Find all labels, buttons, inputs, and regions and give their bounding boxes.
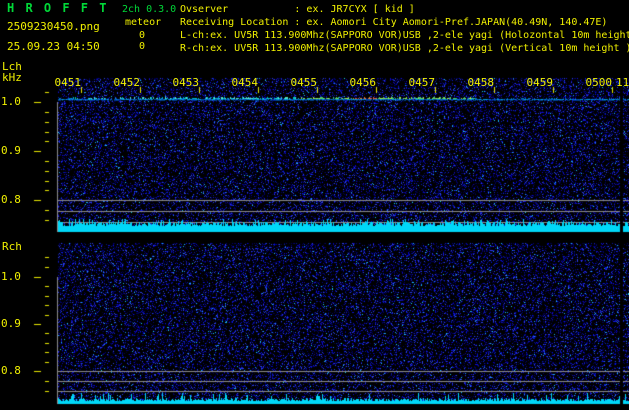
freq-unit-label: kHz xyxy=(2,71,22,84)
time-label: 0458 xyxy=(467,76,495,89)
lch-freq-label-0.9: 0.9 xyxy=(1,144,21,157)
info-line-location: Receiving Location : ex. Aomori City Aom… xyxy=(180,17,608,28)
info-line-rch: R-ch:ex. UV5R 113.900Mhz(SAPPORO VOR)USB… xyxy=(180,43,629,54)
hrofft-window: H R O F F T 2ch 0.3.0 2509230450.png met… xyxy=(0,0,629,410)
output-filename: 2509230450.png xyxy=(7,20,100,33)
app-version: 2ch 0.3.0 xyxy=(122,4,177,15)
rch-panel-label: Rch xyxy=(2,240,22,253)
info-line-observer: Ovserver : ex. JR7CYX [ kid ] xyxy=(180,4,415,15)
datetime-label: 25.09.23 04:50 xyxy=(7,40,100,53)
time-label: 0453 xyxy=(172,76,200,89)
info-line-lch: L-ch:ex. UV5R 113.900Mhz(SAPPORO VOR)USB… xyxy=(180,30,629,41)
spectrogram-canvas xyxy=(0,0,629,410)
time-label: 0500 xyxy=(585,76,613,89)
mode-label: meteor xyxy=(125,17,162,28)
rch-freq-label-0.9: 0.9 xyxy=(1,317,21,330)
lch-freq-label-1.0: 1.0 xyxy=(1,95,21,108)
time-label: 0454 xyxy=(231,76,259,89)
app-title: H R O F F T xyxy=(7,1,109,15)
time-label: 0457 xyxy=(408,76,436,89)
time-label: 0451 xyxy=(54,76,82,89)
rch-freq-label-1.0: 1.0 xyxy=(1,270,21,283)
time-label: 0456 xyxy=(349,76,377,89)
time-label-overflow: 11 xyxy=(616,77,629,88)
rch-freq-label-0.8: 0.8 xyxy=(1,364,21,377)
meteor-count-top: 0 xyxy=(138,30,145,41)
meteor-count-bottom: 0 xyxy=(138,41,145,52)
time-label: 0459 xyxy=(526,76,554,89)
lch-freq-label-0.8: 0.8 xyxy=(1,193,21,206)
time-label: 0452 xyxy=(113,76,141,89)
time-label: 0455 xyxy=(290,76,318,89)
